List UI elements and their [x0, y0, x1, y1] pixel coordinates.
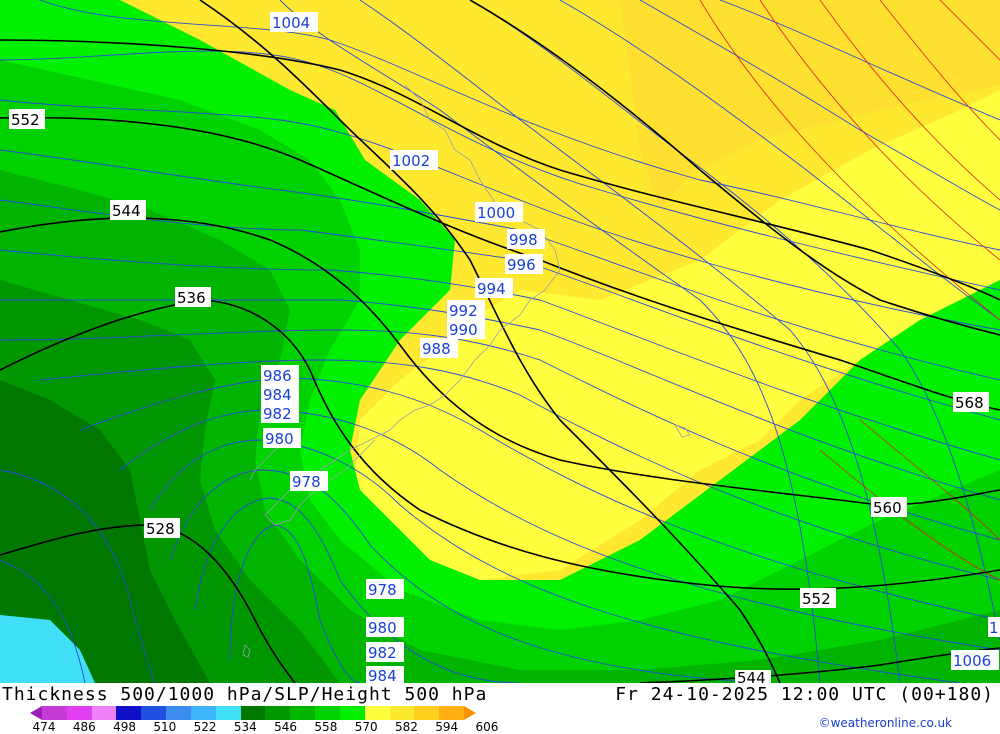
credit-link[interactable]: ©weatheronline.co.uk — [819, 716, 952, 730]
svg-text:994: 994 — [477, 280, 506, 298]
legend-tick-label: 498 — [113, 720, 136, 734]
svg-text:982: 982 — [368, 644, 397, 662]
height-label-544-west: 544 — [110, 200, 146, 220]
svg-text:986: 986 — [263, 367, 292, 385]
height-label-560: 560 — [871, 497, 907, 517]
legend-swatch — [339, 706, 366, 720]
svg-text:528: 528 — [146, 520, 175, 538]
svg-text:996: 996 — [507, 256, 536, 274]
legend-tick-label: 570 — [354, 720, 378, 734]
footer: Thickness 500/1000 hPa/SLP/Height 500 hP… — [0, 683, 1000, 734]
svg-text:1002: 1002 — [392, 152, 430, 170]
legend-tick-label: 486 — [72, 720, 96, 734]
legend-ticks: 474 486 498 510 522 534 546 558 570 582 594 606 — [30, 720, 510, 734]
svg-text:552: 552 — [802, 590, 831, 608]
isobar-label-980-south: 980 — [366, 617, 404, 637]
legend-swatch — [290, 706, 316, 720]
legend-tick-label: 546 — [274, 720, 298, 734]
legend-swatch — [42, 706, 68, 720]
weather-map: 1004 1002 1000 998 996 994 992 990 988 9… — [0, 0, 1000, 683]
isobar-label-982: 982 — [261, 403, 299, 423]
legend-swatch — [166, 706, 192, 720]
legend-arrow-right — [464, 706, 476, 720]
legend-swatch — [265, 706, 291, 720]
legend-tick-label: 558 — [314, 720, 338, 734]
legend-swatch — [364, 706, 391, 720]
legend-arrow-left — [30, 706, 42, 720]
svg-text:536: 536 — [177, 289, 206, 307]
svg-text:982: 982 — [263, 405, 292, 423]
isobar-label-1004: 1004 — [270, 12, 318, 32]
height-label-552-west: 552 — [9, 109, 45, 129]
legend-tick-label: 474 — [32, 720, 56, 734]
svg-text:1: 1 — [989, 619, 999, 637]
isobar-label-992: 992 — [447, 300, 485, 320]
svg-text:998: 998 — [509, 231, 538, 249]
legend-tick-label: 510 — [153, 720, 177, 734]
svg-text:980: 980 — [265, 430, 294, 448]
isobar-label-988: 988 — [420, 338, 458, 358]
legend-swatch — [116, 706, 142, 720]
svg-text:988: 988 — [422, 340, 451, 358]
svg-text:544: 544 — [112, 202, 141, 220]
legend-swatch — [414, 706, 440, 720]
svg-text:984: 984 — [263, 386, 292, 404]
legend-swatch — [439, 706, 465, 720]
legend-swatch — [315, 706, 341, 720]
svg-text:1000: 1000 — [477, 204, 515, 222]
isobar-label-986: 986 — [261, 365, 299, 385]
isobar-label-998: 998 — [507, 229, 545, 249]
legend-tick-label: 582 — [394, 720, 418, 734]
svg-text:544: 544 — [737, 669, 766, 683]
height-label-544-east: 544 — [735, 669, 771, 683]
legend-tick-label: 606 — [475, 720, 499, 734]
isobar-label-990: 990 — [447, 319, 485, 339]
height-label-528: 528 — [144, 518, 180, 538]
isobar-label-996: 996 — [505, 254, 543, 274]
isobar-label-984-south: 984 — [366, 666, 404, 683]
svg-text:978: 978 — [292, 473, 321, 491]
isobar-label-994: 994 — [475, 278, 513, 298]
svg-text:980: 980 — [368, 619, 397, 637]
legend-tick-label: 594 — [435, 720, 459, 734]
isobar-label-978: 978 — [290, 471, 328, 491]
height-label-536: 536 — [175, 287, 211, 307]
legend-swatch — [389, 706, 415, 720]
isobar-label-980: 980 — [263, 428, 301, 448]
svg-text:560: 560 — [873, 499, 902, 517]
svg-text:984: 984 — [368, 667, 397, 683]
isobar-label-edge: 1 — [988, 617, 1000, 637]
isobar-label-984: 984 — [261, 384, 299, 404]
height-label-568: 568 — [953, 392, 989, 412]
svg-text:568: 568 — [955, 394, 984, 412]
legend-swatch — [215, 706, 242, 720]
svg-text:552: 552 — [11, 111, 40, 129]
svg-text:992: 992 — [449, 302, 478, 320]
svg-text:990: 990 — [449, 321, 478, 339]
isobar-label-1002: 1002 — [390, 150, 438, 170]
height-label-552-east: 552 — [800, 588, 836, 608]
isobar-label-978-south: 978 — [366, 579, 404, 599]
isobar-label-982-south: 982 — [366, 642, 404, 662]
legend-swatch — [66, 706, 93, 720]
svg-text:1004: 1004 — [272, 14, 310, 32]
svg-text:978: 978 — [368, 581, 397, 599]
legend-swatch — [141, 706, 167, 720]
legend-tick-label: 522 — [193, 720, 217, 734]
color-legend — [30, 706, 476, 720]
legend-tick-label: 534 — [233, 720, 257, 734]
legend-swatch — [190, 706, 217, 720]
map-title: Thickness 500/1000 hPa/SLP/Height 500 hP… — [2, 684, 488, 705]
forecast-datetime: Fr 24-10-2025 12:00 UTC (00+180) — [615, 684, 994, 705]
isobar-label-1006: 1006 — [951, 650, 999, 670]
legend-swatch — [91, 706, 117, 720]
svg-text:1006: 1006 — [953, 652, 991, 670]
isobar-label-1000: 1000 — [475, 202, 523, 222]
legend-swatch — [240, 706, 266, 720]
